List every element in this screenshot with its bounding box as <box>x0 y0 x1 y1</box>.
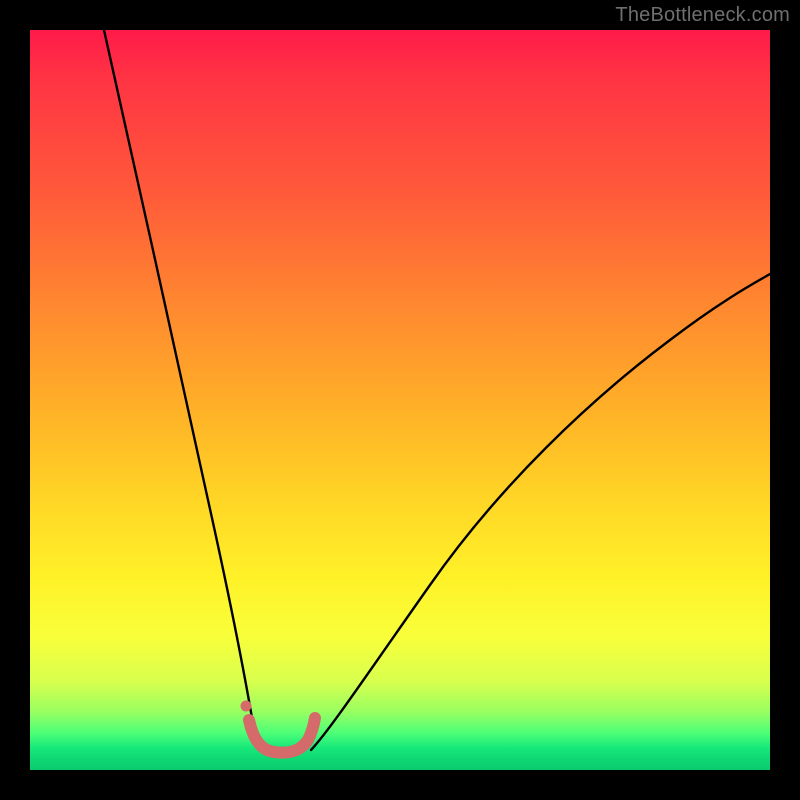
curve-right-branch <box>311 274 770 750</box>
lead-dot <box>241 701 252 712</box>
chart-svg <box>30 30 770 770</box>
trough-marker <box>249 718 315 753</box>
curve-left-branch <box>104 30 261 750</box>
plot-area <box>30 30 770 770</box>
watermark-text: TheBottleneck.com <box>615 4 790 27</box>
outer-frame: TheBottleneck.com <box>0 0 800 800</box>
